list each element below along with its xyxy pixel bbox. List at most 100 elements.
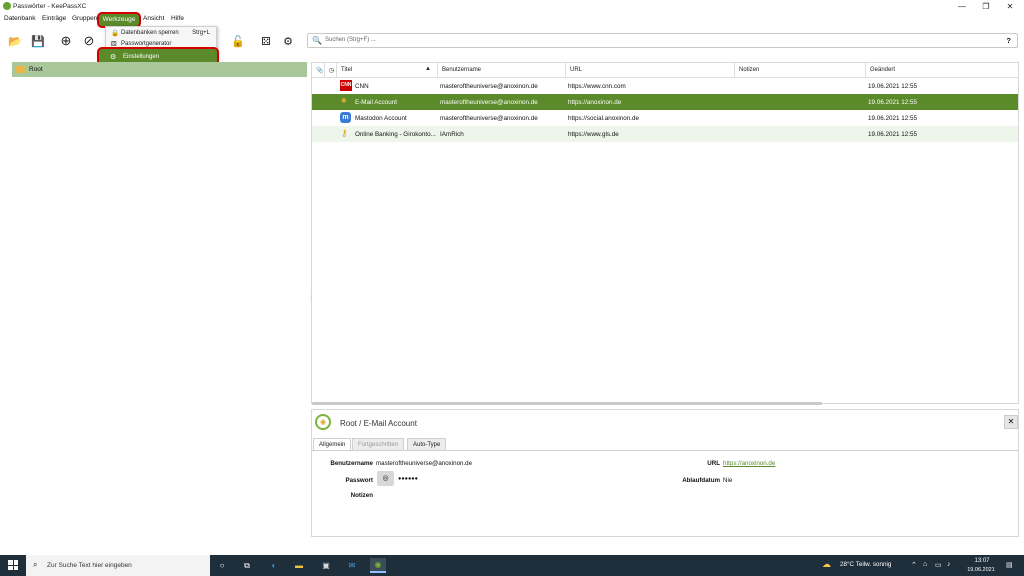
entry-details-panel: ◉ Root / E-Mail Account ✕ Allgemein Fort… bbox=[311, 409, 1019, 537]
label-url: URL bbox=[707, 460, 720, 467]
task-view-icon[interactable]: ⧉ bbox=[239, 558, 255, 573]
header-notes[interactable]: Notizen bbox=[735, 63, 866, 77]
email-icon: ◉ bbox=[315, 414, 331, 430]
cnn-icon: CNN bbox=[340, 80, 352, 91]
title-bar: Passwörter - KeePassXC — ❐ ✕ bbox=[0, 0, 1024, 13]
menu-eintraege[interactable]: Einträge bbox=[42, 15, 66, 22]
label-expiry: Ablaufdatum bbox=[682, 477, 720, 484]
email-icon: ◉ bbox=[341, 97, 347, 104]
weather-text[interactable]: 28°C Teilw. sonnig bbox=[840, 561, 891, 568]
tab-fortgeschritten[interactable]: Fortgeschritten bbox=[352, 438, 405, 450]
tree-item-label: Root bbox=[29, 66, 43, 73]
table-row[interactable]: CNN CNN masteroftheuniverse@anoxinon.de … bbox=[312, 78, 1018, 94]
notifications-icon[interactable]: ▤ bbox=[1006, 561, 1013, 569]
clock-time[interactable]: 13:07 bbox=[966, 558, 998, 564]
window-title: Passwörter - KeePassXC bbox=[13, 3, 87, 10]
cell-url: https://anoxinon.de bbox=[568, 99, 622, 106]
table-row[interactable]: ⚷ Online Banking - Girokonto... IAmRich … bbox=[312, 126, 1018, 142]
table-row[interactable]: m Mastodon Account masteroftheuniverse@a… bbox=[312, 110, 1018, 126]
cell-title: E-Mail Account bbox=[355, 99, 397, 106]
header-url[interactable]: URL bbox=[566, 63, 735, 77]
add-entry-icon[interactable]: ⊕ bbox=[58, 33, 74, 49]
menu-gruppen[interactable]: Gruppen bbox=[72, 15, 97, 22]
value-password: ●●●●●● bbox=[398, 476, 418, 482]
menu-datenbank[interactable]: Datenbank bbox=[4, 15, 35, 22]
attachment-column-icon[interactable]: 📎 bbox=[312, 63, 325, 77]
header-title-label: Titel bbox=[341, 67, 353, 73]
key-icon: ⚷ bbox=[341, 128, 348, 138]
menu-item-label: Datenbanken sperren bbox=[121, 30, 179, 36]
search-field[interactable]: 🔍 Suchen (Strg+F) ... ? bbox=[307, 33, 1018, 48]
menu-bar: Datenbank Einträge Gruppen Ansicht Hilfe bbox=[0, 13, 1024, 26]
close-details-button[interactable]: ✕ bbox=[1004, 415, 1018, 429]
value-url-link[interactable]: https://anoxinon.de bbox=[723, 460, 775, 467]
chevron-up-icon[interactable]: ⌃ bbox=[911, 561, 917, 569]
cell-title: CNN bbox=[355, 83, 369, 90]
lock-database-icon[interactable]: 🔓 bbox=[230, 33, 246, 49]
edge-browser-icon[interactable]: ◐ bbox=[266, 558, 282, 573]
expiry-column-icon[interactable]: ◷ bbox=[325, 63, 337, 77]
windows-start-icon[interactable] bbox=[8, 560, 18, 570]
minimize-button[interactable]: — bbox=[951, 0, 973, 13]
entry-table: 📎 ◷ Titel ▲ Benutzername URL Notizen Geän… bbox=[311, 62, 1019, 404]
cell-modified: 19.06.2021 12:55 bbox=[868, 83, 918, 90]
search-placeholder: Suchen (Strg+F) ... bbox=[325, 37, 376, 43]
maximize-button[interactable]: ❐ bbox=[975, 0, 997, 13]
open-database-icon[interactable]: 📂 bbox=[7, 33, 23, 49]
keepassxc-logo-icon bbox=[3, 2, 11, 10]
cortana-icon[interactable]: ○ bbox=[214, 558, 230, 573]
file-explorer-icon[interactable]: ▬ bbox=[291, 558, 307, 573]
battery-icon[interactable]: ▭ bbox=[935, 561, 942, 569]
mail-icon[interactable]: ✉ bbox=[344, 558, 360, 573]
label-username: Benutzername bbox=[330, 460, 373, 467]
search-icon: 🔍 bbox=[312, 36, 322, 45]
taskbar-search-placeholder: Zur Suche Text hier eingeben bbox=[47, 562, 132, 569]
cell-modified: 19.06.2021 12:55 bbox=[868, 99, 918, 106]
menu-item-datenbanken-sperren[interactable]: 🔒 Datenbanken sperren Strg+L bbox=[106, 28, 216, 39]
tab-auto-type[interactable]: Auto-Type bbox=[407, 438, 447, 450]
cell-username: masteroftheuniverse@anoxinon.de bbox=[440, 115, 538, 122]
value-username: masteroftheuniverse@anoxinon.de bbox=[376, 460, 473, 467]
cell-url: https://social.anoxinon.de bbox=[568, 115, 640, 122]
taskbar-search[interactable]: ⌕ Zur Suche Text hier eingeben bbox=[26, 555, 210, 576]
cell-username: masteroftheuniverse@anoxinon.de bbox=[440, 99, 538, 106]
label-notes: Notizen bbox=[350, 492, 373, 499]
volume-icon[interactable]: ♪ bbox=[947, 561, 951, 568]
close-button[interactable]: ✕ bbox=[999, 0, 1021, 13]
weather-icon: ☁ bbox=[822, 559, 831, 569]
search-help-icon[interactable]: ? bbox=[1006, 36, 1011, 45]
label-password: Passwort bbox=[345, 477, 373, 484]
header-title[interactable]: Titel ▲ bbox=[337, 63, 438, 77]
clock-date[interactable]: 19.06.2021 bbox=[962, 567, 1000, 573]
mastodon-icon: m bbox=[340, 112, 351, 123]
edit-entry-icon[interactable]: ⊘ bbox=[81, 33, 97, 49]
store-icon[interactable]: ▣ bbox=[318, 558, 334, 573]
cell-username: IAmRich bbox=[440, 131, 464, 138]
search-icon: ⌕ bbox=[33, 560, 38, 569]
toggle-password-visibility-icon[interactable]: ◎ bbox=[377, 471, 394, 486]
menu-ansicht[interactable]: Ansicht bbox=[143, 15, 164, 22]
password-generator-icon[interactable]: ⚄ bbox=[258, 33, 274, 49]
table-row-selected[interactable]: ◉ E-Mail Account masteroftheuniverse@ano… bbox=[312, 94, 1018, 110]
menu-item-label: Einstellungen bbox=[123, 54, 160, 60]
keepassxc-taskbar-icon[interactable]: ◉ bbox=[370, 558, 386, 573]
settings-gear-icon[interactable]: ⚙ bbox=[280, 33, 296, 49]
horizontal-scrollbar[interactable] bbox=[312, 402, 822, 405]
cell-url: https://www.cnn.com bbox=[568, 83, 626, 90]
cell-modified: 19.06.2021 12:55 bbox=[868, 115, 918, 122]
lock-icon: 🔒 bbox=[111, 30, 120, 37]
value-expiry: Nie bbox=[723, 477, 733, 484]
header-username[interactable]: Benutzername bbox=[438, 63, 566, 77]
tree-item-root[interactable]: Root bbox=[12, 62, 307, 77]
cell-title: Online Banking - Girokonto... bbox=[355, 131, 436, 138]
network-icon[interactable]: ⌂ bbox=[923, 561, 927, 568]
menu-hilfe[interactable]: Hilfe bbox=[171, 15, 184, 22]
cell-url: https://www.gls.de bbox=[568, 131, 619, 138]
folder-icon bbox=[16, 66, 25, 73]
save-database-icon[interactable]: 💾 bbox=[30, 33, 46, 49]
menu-item-shortcut: Strg+L bbox=[192, 30, 210, 36]
cell-username: masteroftheuniverse@anoxinon.de bbox=[440, 83, 538, 90]
header-modified[interactable]: Geändert bbox=[866, 63, 1018, 77]
cell-modified: 19.06.2021 12:55 bbox=[868, 131, 918, 138]
sort-ascending-icon: ▲ bbox=[425, 66, 431, 72]
